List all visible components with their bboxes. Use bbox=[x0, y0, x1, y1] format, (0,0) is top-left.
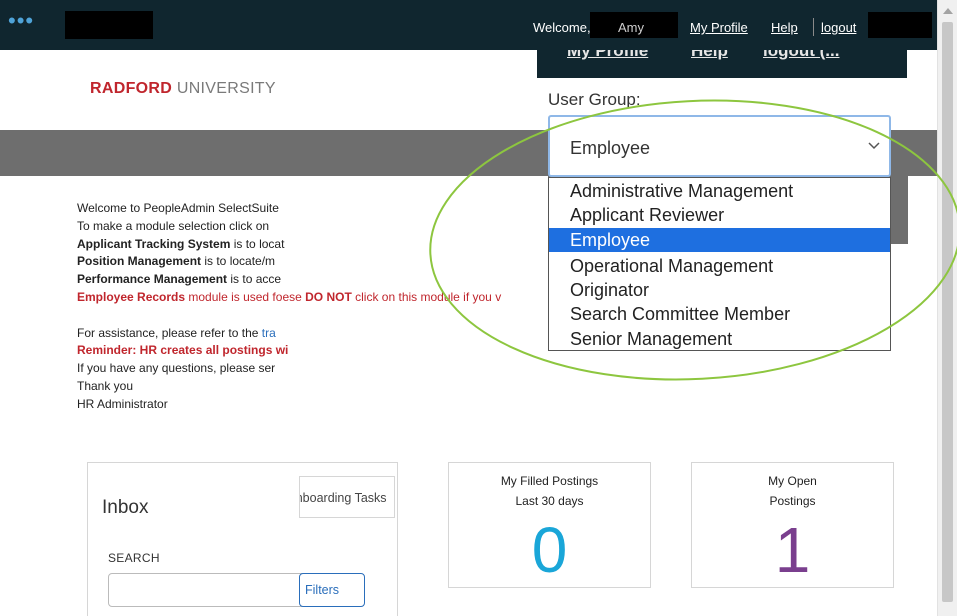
user-group-option[interactable]: Operational Management bbox=[549, 254, 890, 278]
user-group-selected-value: Employee bbox=[570, 138, 651, 158]
user-group-option[interactable]: Senior Management bbox=[549, 327, 890, 351]
overlap-help: Help bbox=[691, 50, 728, 60]
filled-postings-subtitle: Last 30 days bbox=[515, 494, 584, 508]
top-nav-bar: ••• Welcome, Amy My Profile Help logout bbox=[0, 0, 937, 50]
welcome-line: Employee Records module is used foese DO… bbox=[77, 289, 502, 304]
chevron-down-icon bbox=[868, 142, 880, 150]
user-group-option[interactable]: Administrative Management bbox=[549, 179, 890, 203]
university-logo: RADFORD UNIVERSITY bbox=[90, 80, 276, 97]
welcome-line: Welcome to PeopleAdmin SelectSuite bbox=[77, 201, 279, 215]
tab-onboarding-tasks[interactable]: Onboarding Tasks bbox=[299, 476, 395, 518]
welcome-line: Applicant Tracking System is to locat bbox=[77, 236, 285, 251]
inbox-card: Inbox Onboarding Tasks SEARCH Filters bbox=[87, 462, 398, 616]
welcome-line: If you have any questions, please ser bbox=[77, 361, 276, 376]
welcome-line: Position Management is to locate/m bbox=[77, 254, 276, 269]
open-postings-subtitle: Postings bbox=[769, 494, 816, 508]
overlap-my-profile: My Profile bbox=[567, 50, 649, 60]
open-postings-title: My Open bbox=[768, 474, 817, 488]
welcome-line: Thank you bbox=[77, 378, 134, 393]
filled-postings-count[interactable]: 0 bbox=[449, 513, 650, 587]
filled-postings-title: My Filled Postings bbox=[500, 474, 599, 488]
welcome-line: To make a module selection click on bbox=[77, 218, 270, 233]
welcome-line: HR Administrator bbox=[77, 396, 168, 411]
vertical-scrollbar[interactable] bbox=[937, 0, 957, 616]
user-group-options: Administrative Management Applicant Revi… bbox=[548, 177, 891, 351]
open-postings-count[interactable]: 1 bbox=[692, 513, 893, 587]
my-profile-link[interactable]: My Profile bbox=[690, 20, 748, 35]
overlapped-profile-bar: My Profile Help logout (... bbox=[537, 50, 907, 78]
redacted-block bbox=[868, 12, 932, 38]
user-group-option[interactable]: Originator bbox=[549, 278, 890, 302]
overlap-logout: logout (... bbox=[763, 50, 840, 60]
welcome-line: Performance Management is to acce bbox=[77, 272, 282, 287]
filled-postings-card[interactable]: My Filled Postings Last 30 days 0 bbox=[448, 462, 651, 588]
help-link[interactable]: Help bbox=[771, 20, 798, 35]
welcome-line: For assistance, please refer to the tra bbox=[77, 325, 276, 340]
search-input[interactable] bbox=[108, 573, 308, 607]
redacted-block bbox=[65, 11, 153, 39]
user-group-option[interactable]: Search Committee Member bbox=[549, 302, 890, 326]
search-label: SEARCH bbox=[108, 551, 160, 565]
user-group-label: User Group: bbox=[548, 90, 641, 109]
training-link[interactable]: tra bbox=[262, 326, 276, 340]
welcome-text: Welcome, bbox=[533, 20, 591, 35]
scroll-thumb[interactable] bbox=[942, 22, 953, 602]
user-group-select[interactable]: Employee bbox=[548, 115, 891, 177]
user-name: Amy bbox=[618, 20, 644, 35]
welcome-message: Welcome to PeopleAdmin SelectSuite To ma… bbox=[77, 200, 537, 414]
menu-dots-icon[interactable]: ••• bbox=[8, 10, 38, 34]
divider bbox=[813, 18, 814, 36]
scroll-up-icon[interactable] bbox=[943, 8, 953, 14]
logout-link[interactable]: logout bbox=[821, 20, 856, 35]
welcome-line: Reminder: HR creates all postings wi bbox=[77, 343, 289, 358]
user-group-option-selected[interactable]: Employee bbox=[549, 228, 890, 252]
open-postings-card[interactable]: My Open Postings 1 bbox=[691, 462, 894, 588]
user-group-option[interactable]: Applicant Reviewer bbox=[549, 203, 890, 227]
filters-button[interactable]: Filters bbox=[299, 573, 365, 607]
inbox-title: Inbox bbox=[102, 497, 149, 518]
